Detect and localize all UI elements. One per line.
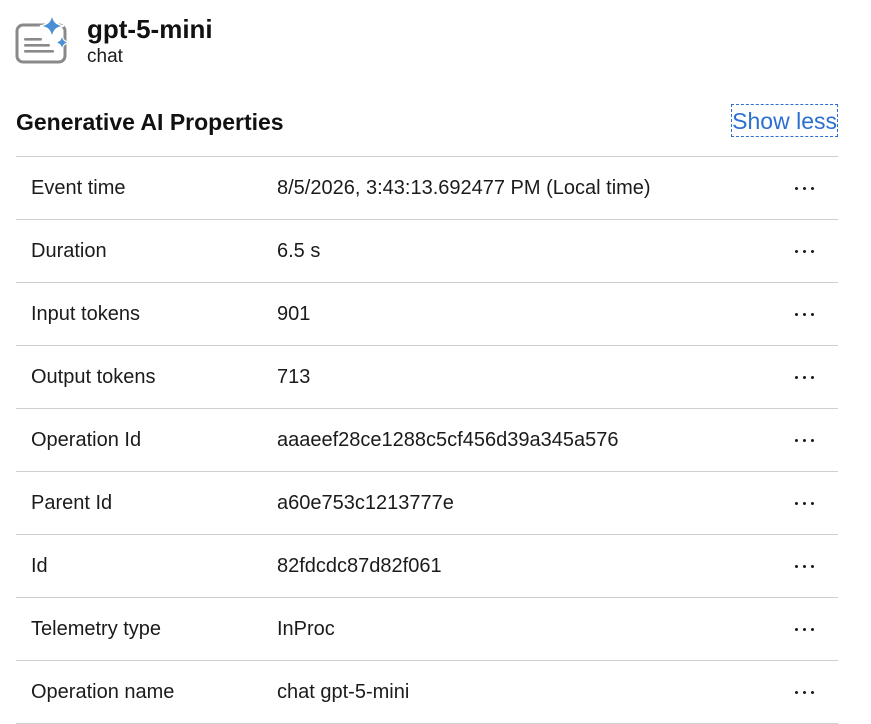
properties-list: Event time 8/5/2026, 3:43:13.692477 PM (L…: [16, 156, 838, 724]
ellipsis-dot: [810, 438, 814, 442]
property-row: Output tokens 713: [16, 346, 838, 409]
ellipsis-dot: [810, 312, 814, 316]
model-kind: chat: [87, 46, 123, 67]
property-key: Telemetry type: [31, 618, 162, 640]
ellipsis-dot: [810, 375, 814, 379]
ellipsis-dot: [794, 438, 798, 442]
ellipsis-dot: [794, 690, 798, 694]
ellipsis-dot: [802, 186, 806, 190]
property-value: 8/5/2026, 3:43:13.692477 PM (Local time): [277, 177, 651, 199]
property-value: InProc: [277, 618, 335, 640]
property-value: 6.5 s: [277, 240, 321, 262]
more-options-icon[interactable]: [790, 363, 818, 391]
property-row: Telemetry type InProc: [16, 598, 838, 661]
ellipsis-dot: [810, 186, 814, 190]
property-row: Operation Id aaaeef28ce1288c5cf456d39a345…: [16, 409, 838, 472]
ellipsis-dot: [810, 501, 814, 505]
property-row: Duration 6.5 s: [16, 220, 838, 283]
property-key: Id: [31, 555, 48, 577]
property-row: Operation name chat gpt-5-mini: [16, 661, 838, 724]
property-key: Output tokens: [31, 366, 156, 388]
ellipsis-dot: [794, 501, 798, 505]
ellipsis-dot: [794, 564, 798, 568]
ellipsis-dot: [794, 186, 798, 190]
property-key: Duration: [31, 240, 107, 262]
property-row: Input tokens 901: [16, 283, 838, 346]
ellipsis-dot: [794, 249, 798, 253]
ellipsis-dot: [794, 627, 798, 631]
section-header: Generative AI Properties Show less: [16, 104, 838, 140]
model-titles: gpt-5-mini chat: [87, 12, 213, 69]
sparkle-chat-icon: [15, 12, 71, 68]
more-options-icon[interactable]: [790, 237, 818, 265]
more-options-icon[interactable]: [790, 300, 818, 328]
model-header: gpt-5-mini chat: [15, 12, 213, 69]
ellipsis-dot: [802, 312, 806, 316]
property-key: Parent Id: [31, 492, 113, 514]
ellipsis-dot: [802, 627, 806, 631]
ellipsis-dot: [802, 375, 806, 379]
property-value: 713: [277, 366, 311, 388]
ellipsis-dot: [802, 564, 806, 568]
property-key: Input tokens: [31, 303, 140, 325]
ellipsis-dot: [810, 690, 814, 694]
property-row: Event time 8/5/2026, 3:43:13.692477 PM (L…: [16, 157, 838, 220]
ellipsis-dot: [810, 564, 814, 568]
property-key: Operation name: [31, 681, 175, 703]
more-options-icon[interactable]: [790, 552, 818, 580]
more-options-icon[interactable]: [790, 174, 818, 202]
more-options-icon[interactable]: [790, 678, 818, 706]
property-value: a60e753c1213777e: [277, 492, 454, 514]
property-value: aaaeef28ce1288c5cf456d39a345a576: [277, 429, 619, 451]
ellipsis-dot: [802, 249, 806, 253]
property-key: Operation Id: [31, 429, 142, 451]
property-value: 82fdcdc87d82f061: [277, 555, 442, 577]
ellipsis-dot: [802, 690, 806, 694]
ellipsis-dot: [794, 312, 798, 316]
section-title: Generative AI Properties: [16, 109, 284, 135]
ellipsis-dot: [802, 438, 806, 442]
ellipsis-dot: [810, 249, 814, 253]
property-row: Id 82fdcdc87d82f061: [16, 535, 838, 598]
property-row: Parent Id a60e753c1213777e: [16, 472, 838, 535]
more-options-icon[interactable]: [790, 489, 818, 517]
model-name: gpt-5-mini: [87, 14, 213, 44]
ellipsis-dot: [810, 627, 814, 631]
show-less-button[interactable]: Show less: [731, 104, 838, 137]
more-options-icon[interactable]: [790, 426, 818, 454]
property-value: chat gpt-5-mini: [277, 681, 410, 703]
ellipsis-dot: [802, 501, 806, 505]
ellipsis-dot: [794, 375, 798, 379]
more-options-icon[interactable]: [790, 615, 818, 643]
property-key: Event time: [31, 177, 126, 199]
property-value: 901: [277, 303, 311, 325]
